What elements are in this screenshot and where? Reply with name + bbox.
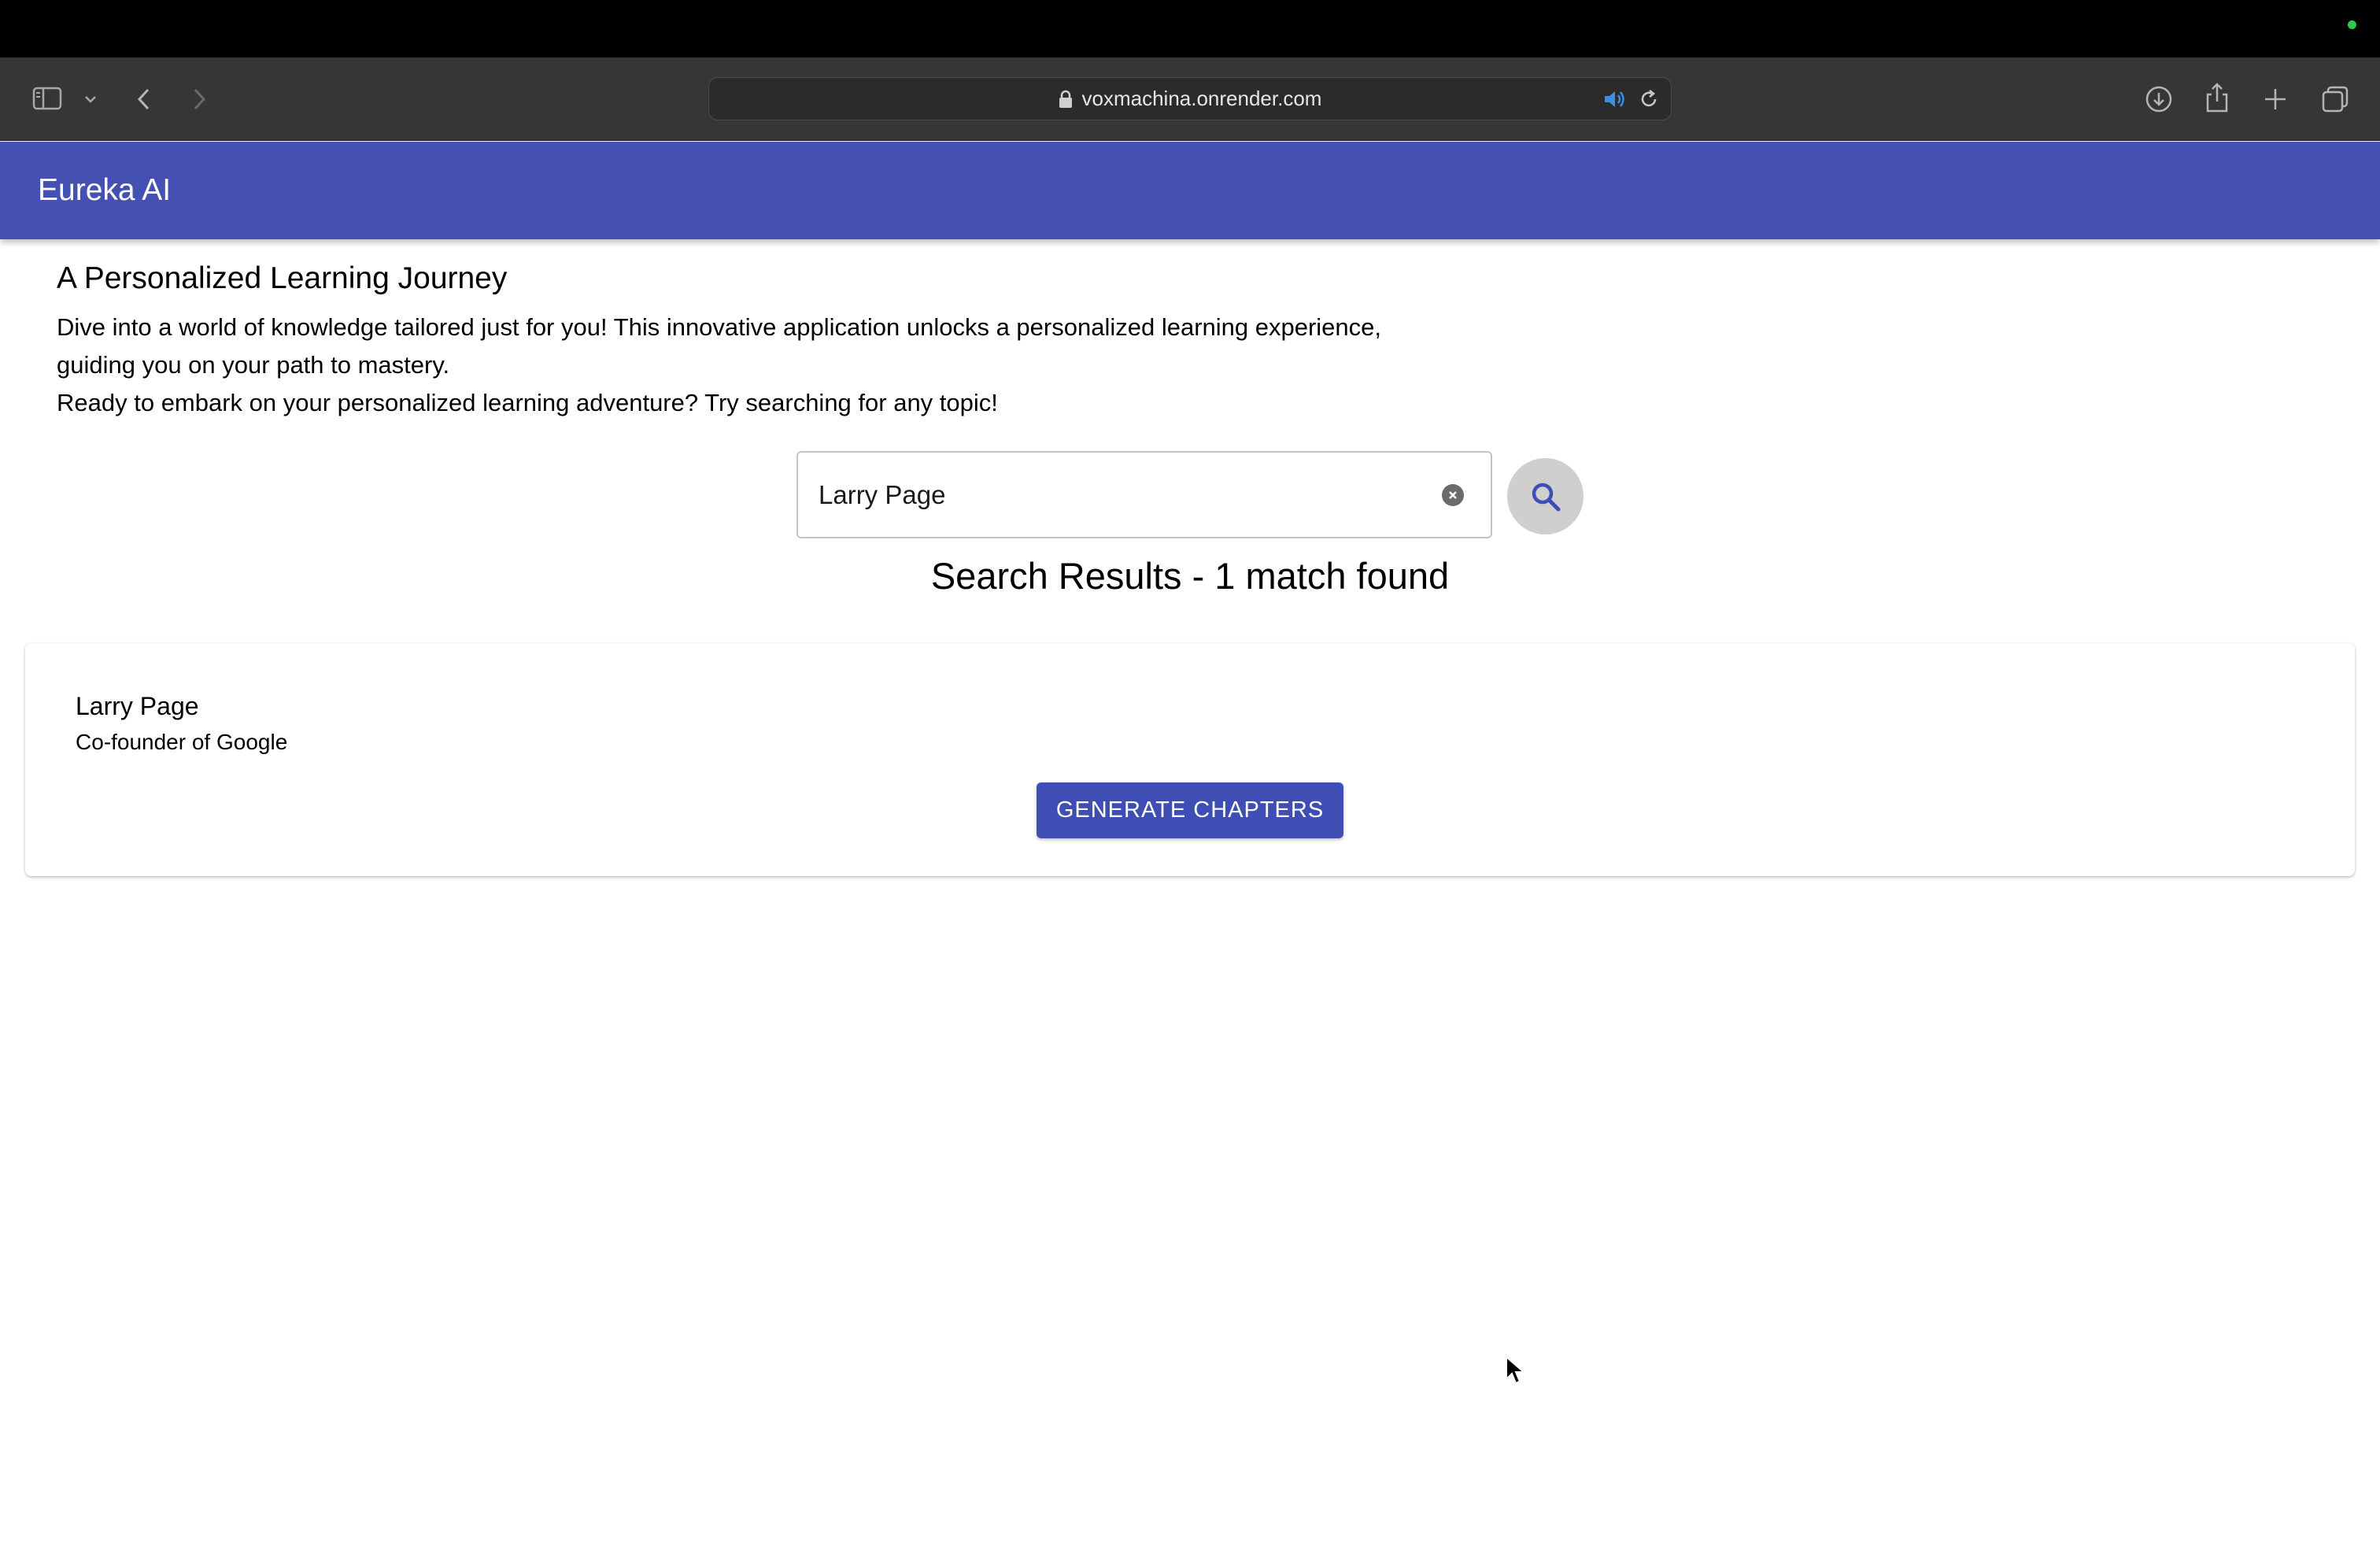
chevron-down-icon[interactable] xyxy=(79,89,102,109)
speaker-icon[interactable] xyxy=(1603,78,1627,120)
back-icon[interactable] xyxy=(131,84,157,114)
generate-chapters-button[interactable]: GENERATE CHAPTERS xyxy=(1037,782,1343,838)
intro-description: Dive into a world of knowledge tailored … xyxy=(57,309,1552,422)
search-button[interactable] xyxy=(1507,458,1584,534)
forward-icon[interactable] xyxy=(186,84,213,114)
new-tab-icon[interactable] xyxy=(2259,83,2292,116)
app-header: Eureka AI xyxy=(0,142,2380,239)
tab-overview-icon[interactable] xyxy=(2319,83,2352,116)
result-description: Co-founder of Google xyxy=(76,730,288,754)
result-title: Larry Page xyxy=(76,692,199,720)
clear-search-icon[interactable] xyxy=(1442,484,1464,506)
lock-icon xyxy=(1059,90,1073,109)
system-menu-bar xyxy=(0,0,2380,57)
results-heading: Search Results - 1 match found xyxy=(930,555,1450,597)
result-card: Larry Page Co-founder of Google GENERATE… xyxy=(25,643,2355,876)
url-text: voxmachina.onrender.com xyxy=(1081,87,1322,110)
search-field[interactable] xyxy=(796,451,1492,538)
download-icon[interactable] xyxy=(2142,83,2175,116)
reload-icon[interactable] xyxy=(1638,78,1660,120)
app-title: Eureka AI xyxy=(38,173,172,207)
mouse-cursor-icon xyxy=(1505,1355,1527,1391)
camera-indicator-icon xyxy=(2348,20,2356,29)
address-bar[interactable]: voxmachina.onrender.com xyxy=(708,77,1672,120)
browser-toolbar: voxmachina.onrender.com xyxy=(0,57,2380,141)
search-icon xyxy=(1532,483,1560,511)
intro-line: guiding you on your path to mastery. xyxy=(57,351,450,379)
intro-line: Ready to embark on your personalized lea… xyxy=(57,389,998,416)
share-icon[interactable] xyxy=(2201,80,2234,116)
search-input[interactable] xyxy=(817,453,1415,537)
intro-title: A Personalized Learning Journey xyxy=(57,261,508,295)
intro-line: Dive into a world of knowledge tailored … xyxy=(57,313,1382,341)
sidebar-toggle-icon[interactable] xyxy=(30,83,65,114)
